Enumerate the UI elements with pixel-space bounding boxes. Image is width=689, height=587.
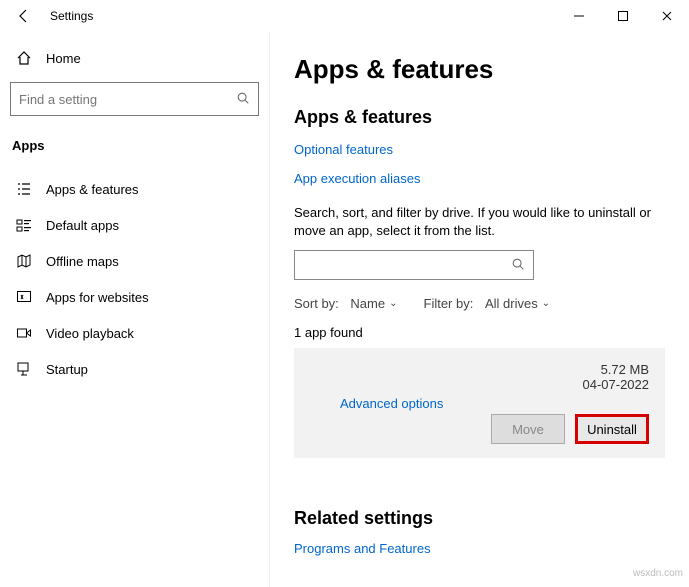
nav-video-playback[interactable]: Video playback: [10, 315, 259, 351]
search-icon: [511, 257, 525, 274]
sort-label: Sort by:: [294, 296, 339, 311]
app-search-input[interactable]: [303, 258, 511, 273]
website-icon: [16, 289, 32, 305]
nav-label: Video playback: [46, 326, 134, 341]
watermark: wsxdn.com: [633, 568, 683, 579]
list-icon: [16, 181, 32, 197]
app-count: 1 app found: [294, 325, 665, 340]
video-icon: [16, 325, 32, 341]
back-button[interactable]: [10, 2, 38, 30]
uninstall-button[interactable]: Uninstall: [575, 414, 649, 444]
nav-apps-features[interactable]: Apps & features: [10, 171, 259, 207]
sort-by-dropdown[interactable]: Sort by: Name ⌄: [294, 296, 398, 311]
nav-offline-maps[interactable]: Offline maps: [10, 243, 259, 279]
page-title: Apps & features: [294, 54, 665, 85]
minimize-button[interactable]: [557, 0, 601, 32]
nav-apps-websites[interactable]: Apps for websites: [10, 279, 259, 315]
home-label: Home: [46, 51, 81, 66]
execution-aliases-link[interactable]: App execution aliases: [294, 171, 420, 186]
sort-value: Name: [350, 296, 385, 311]
subsection-title: Apps & features: [294, 107, 665, 128]
app-date: 04-07-2022: [583, 377, 650, 392]
nav-startup[interactable]: Startup: [10, 351, 259, 387]
startup-icon: [16, 361, 32, 377]
window-title: Settings: [50, 9, 93, 23]
filter-label: Filter by:: [424, 296, 474, 311]
main-content: Apps & features Apps & features Optional…: [270, 32, 689, 587]
filter-value: All drives: [485, 296, 538, 311]
sidebar: Home Apps Apps & features Default app: [0, 32, 270, 587]
nav-label: Apps for websites: [46, 290, 149, 305]
related-settings-title: Related settings: [294, 508, 665, 529]
defaults-icon: [16, 217, 32, 233]
nav-label: Startup: [46, 362, 88, 377]
search-icon: [236, 91, 250, 108]
description-text: Search, sort, and filter by drive. If yo…: [294, 204, 665, 240]
advanced-options-link[interactable]: Advanced options: [340, 396, 443, 411]
filter-by-dropdown[interactable]: Filter by: All drives ⌄: [424, 296, 551, 311]
close-button[interactable]: [645, 0, 689, 32]
settings-search[interactable]: [10, 82, 259, 116]
map-icon: [16, 253, 32, 269]
sidebar-section-label: Apps: [10, 132, 259, 171]
settings-search-input[interactable]: [19, 92, 236, 107]
nav-default-apps[interactable]: Default apps: [10, 207, 259, 243]
optional-features-link[interactable]: Optional features: [294, 142, 393, 157]
maximize-button[interactable]: [601, 0, 645, 32]
nav-label: Offline maps: [46, 254, 119, 269]
move-button: Move: [491, 414, 565, 444]
nav-label: Apps & features: [46, 182, 139, 197]
chevron-down-icon: ⌄: [542, 298, 550, 309]
nav-label: Default apps: [46, 218, 119, 233]
programs-features-link[interactable]: Programs and Features: [294, 541, 431, 556]
app-card[interactable]: 5.72 MB 04-07-2022 Advanced options Move…: [294, 348, 665, 458]
home-icon: [16, 50, 32, 66]
chevron-down-icon: ⌄: [389, 298, 397, 309]
app-size: 5.72 MB: [583, 362, 650, 377]
home-nav[interactable]: Home: [10, 42, 259, 74]
app-search-box[interactable]: [294, 250, 534, 280]
